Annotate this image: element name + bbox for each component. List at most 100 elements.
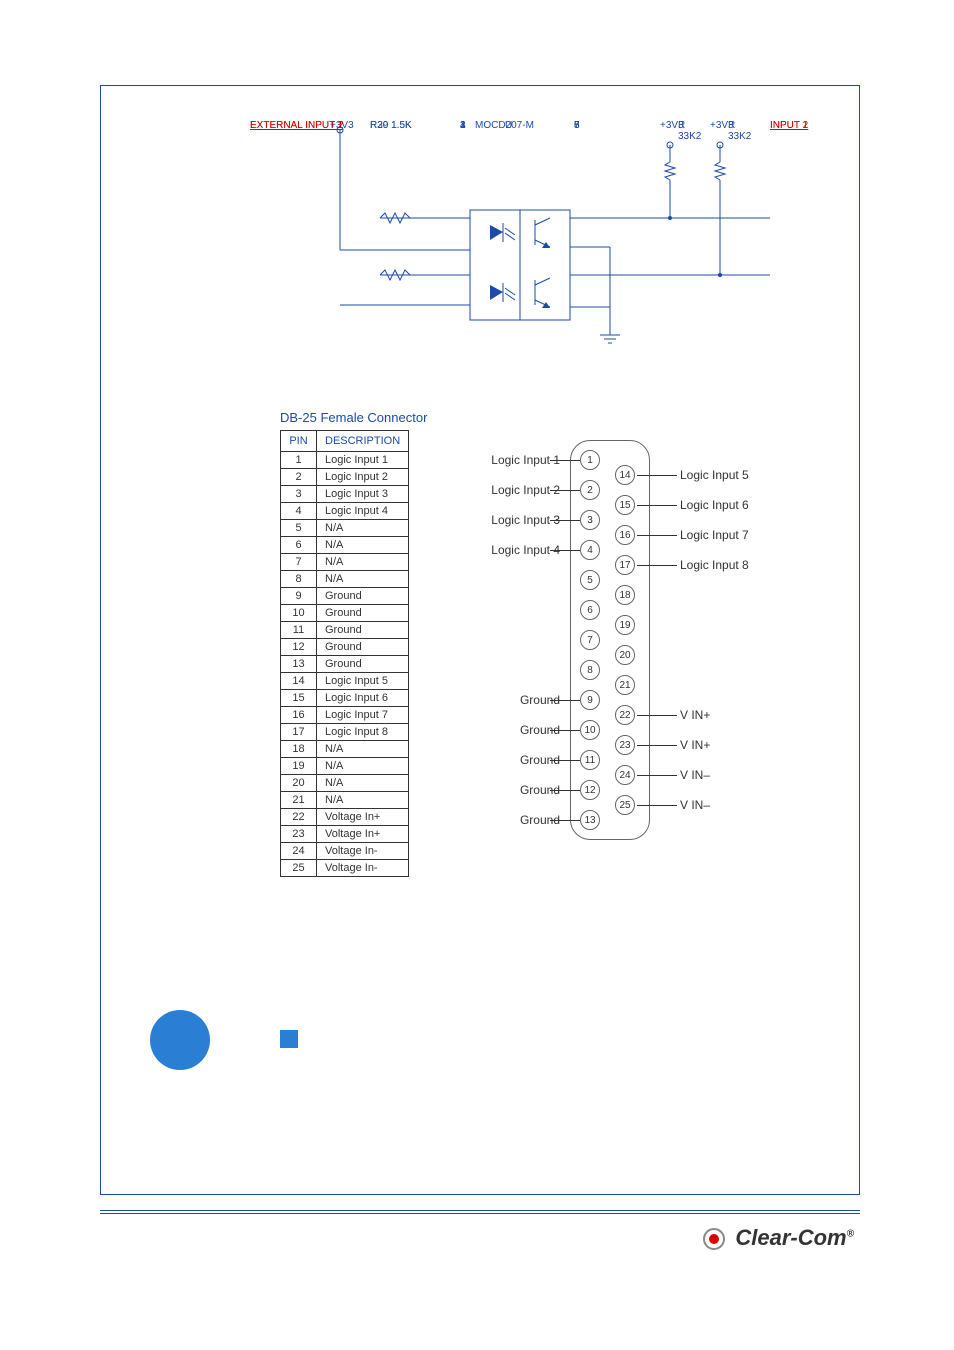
pin-leader	[637, 745, 677, 746]
col-pin: PIN	[281, 431, 317, 452]
table-row: 2Logic Input 2	[281, 469, 409, 486]
callout-square-icon	[280, 1030, 298, 1048]
cell-desc: Logic Input 4	[317, 503, 409, 520]
pin-circle: 5	[580, 570, 600, 590]
table-row: 17Logic Input 8	[281, 724, 409, 741]
cell-desc: N/A	[317, 758, 409, 775]
pin-circle: 7	[580, 630, 600, 650]
pin-circle: 17	[615, 555, 635, 575]
pin-leader	[550, 790, 580, 791]
db25-diagram: 1Logic Input 12Logic Input 23Logic Input…	[440, 430, 840, 850]
pin-circle: 11	[580, 750, 600, 770]
cell-pin: 3	[281, 486, 317, 503]
pin-number: 4	[460, 120, 466, 131]
pin-label: Logic Input 6	[680, 498, 749, 512]
pin-circle: 12	[580, 780, 600, 800]
pin-circle: 15	[615, 495, 635, 515]
table-row: 19N/A	[281, 758, 409, 775]
table-row: 11Ground	[281, 622, 409, 639]
pin-leader	[550, 700, 580, 701]
callout-block	[120, 1000, 820, 1160]
cell-desc: Logic Input 5	[317, 673, 409, 690]
cell-pin: 16	[281, 707, 317, 724]
pin-leader	[550, 760, 580, 761]
table-row: 20N/A	[281, 775, 409, 792]
table-row: 7N/A	[281, 554, 409, 571]
table-row: 13Ground	[281, 656, 409, 673]
cell-pin: 17	[281, 724, 317, 741]
cell-pin: 2	[281, 469, 317, 486]
pinout-table: PIN DESCRIPTION 1Logic Input 12Logic Inp…	[280, 430, 409, 877]
cell-pin: 23	[281, 826, 317, 843]
table-row: 12Ground	[281, 639, 409, 656]
pin-circle: 9	[580, 690, 600, 710]
pin-circle: 16	[615, 525, 635, 545]
pin-circle: 10	[580, 720, 600, 740]
pin-leader	[550, 820, 580, 821]
cell-pin: 14	[281, 673, 317, 690]
cell-desc: Logic Input 8	[317, 724, 409, 741]
table-row: 14Logic Input 5	[281, 673, 409, 690]
pin-circle: 13	[580, 810, 600, 830]
pin-leader	[637, 715, 677, 716]
brand-text: Clear-Com	[735, 1225, 846, 1250]
pin-circle: 8	[580, 660, 600, 680]
cell-pin: 15	[281, 690, 317, 707]
cell-pin: 1	[281, 452, 317, 469]
pin-label: V IN+	[680, 738, 710, 752]
pin-circle: 25	[615, 795, 635, 815]
connector-title: DB-25 Female Connector	[280, 410, 800, 425]
pin-circle: 1	[580, 450, 600, 470]
cell-desc: Voltage In-	[317, 843, 409, 860]
table-row: 23Voltage In+	[281, 826, 409, 843]
pin-leader	[637, 565, 677, 566]
cell-pin: 12	[281, 639, 317, 656]
pin-leader	[550, 520, 580, 521]
cell-desc: N/A	[317, 792, 409, 809]
cell-desc: Logic Input 6	[317, 690, 409, 707]
cell-pin: 25	[281, 860, 317, 877]
cell-desc: Ground	[317, 605, 409, 622]
footer-divider	[100, 1210, 860, 1214]
pin-label: Logic Input 5	[680, 468, 749, 482]
cell-desc: Logic Input 2	[317, 469, 409, 486]
ext-input2-label: EXTERNAL INPUT 2	[250, 120, 343, 131]
pin-leader	[550, 550, 580, 551]
table-row: 21N/A	[281, 792, 409, 809]
table-row: 8N/A	[281, 571, 409, 588]
pin-leader	[637, 475, 677, 476]
pin-circle: 20	[615, 645, 635, 665]
pin-leader	[637, 775, 677, 776]
pin-leader	[637, 535, 677, 536]
cell-desc: Voltage In-	[317, 860, 409, 877]
cell-pin: 20	[281, 775, 317, 792]
table-row: 4Logic Input 4	[281, 503, 409, 520]
pin-leader	[637, 805, 677, 806]
table-row: 18N/A	[281, 741, 409, 758]
cell-pin: 6	[281, 537, 317, 554]
pin-circle: 23	[615, 735, 635, 755]
table-row: 22Voltage In+	[281, 809, 409, 826]
pin-label: V IN+	[680, 708, 710, 722]
cell-pin: 10	[281, 605, 317, 622]
pin-circle: 3	[580, 510, 600, 530]
schematic-diagram: +3V3 +3V3 +3V3 R29 1.5K R30 1.5K R 33K2 …	[250, 120, 850, 370]
cell-desc: N/A	[317, 554, 409, 571]
pin-circle: 22	[615, 705, 635, 725]
cell-pin: 7	[281, 554, 317, 571]
cell-desc: N/A	[317, 537, 409, 554]
pin-circle: 18	[615, 585, 635, 605]
pin-label: Logic Input 7	[680, 528, 749, 542]
pin-circle: 6	[580, 600, 600, 620]
table-row: 9Ground	[281, 588, 409, 605]
table-row: 25Voltage In-	[281, 860, 409, 877]
cell-pin: 24	[281, 843, 317, 860]
pin-circle: 19	[615, 615, 635, 635]
cell-desc: Logic Input 7	[317, 707, 409, 724]
pin-circle: 21	[615, 675, 635, 695]
pin-label: Logic Input 8	[680, 558, 749, 572]
cell-desc: Logic Input 1	[317, 452, 409, 469]
table-row: 5N/A	[281, 520, 409, 537]
cell-pin: 13	[281, 656, 317, 673]
brand-icon	[703, 1228, 725, 1250]
